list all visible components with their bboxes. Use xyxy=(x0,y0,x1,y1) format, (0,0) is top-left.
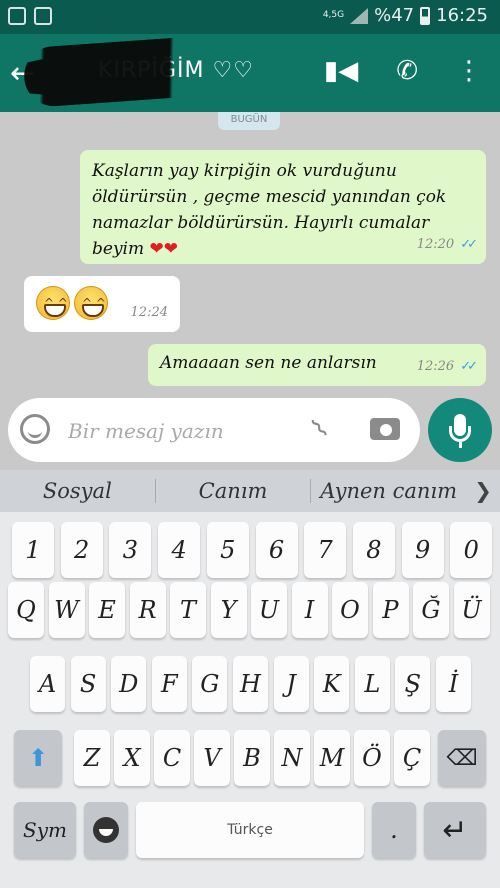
key-2[interactable]: E xyxy=(89,582,125,638)
key-7[interactable]: 8 xyxy=(352,522,395,578)
phone-icon[interactable]: ✆ xyxy=(396,56,418,86)
key-5[interactable]: 6 xyxy=(255,522,298,578)
key-2[interactable]: C xyxy=(154,730,190,786)
emoji-key[interactable] xyxy=(84,802,128,858)
key-0[interactable]: A xyxy=(30,656,65,712)
key-6[interactable]: J xyxy=(273,656,309,712)
key-2[interactable]: D xyxy=(111,656,147,712)
key-3[interactable]: 4 xyxy=(158,522,201,578)
key-9[interactable]: 0 xyxy=(450,522,493,578)
heart-emoji: ❤❤ xyxy=(149,239,179,259)
key-3[interactable]: F xyxy=(151,656,187,712)
key-2[interactable]: 3 xyxy=(109,522,152,578)
suggestion-1[interactable]: Sosyal xyxy=(0,479,155,503)
clock: 16:25 xyxy=(436,5,488,26)
camera-icon[interactable] xyxy=(370,418,400,440)
keyboard: 1234567890 QWERTYUIOPĞÜ ASDFGHJKLŞİ ⬆ ⌫ … xyxy=(0,512,500,888)
status-bar: 4,5G %47 16:25 xyxy=(0,0,500,34)
key-10[interactable]: Ğ xyxy=(413,582,449,638)
key-5[interactable]: H xyxy=(233,656,268,712)
backspace-key[interactable]: ⌫ xyxy=(438,730,486,786)
key-7[interactable]: I xyxy=(291,582,328,638)
message-time: 12:20 xyxy=(416,237,455,252)
key-11[interactable]: Ü xyxy=(453,582,490,638)
key-6[interactable]: M xyxy=(314,730,350,786)
message-outgoing[interactable]: Kaşların yay kirpiğin ok vurduğunu öldür… xyxy=(80,150,486,264)
app-notification-icon xyxy=(34,7,52,25)
message-text: Amaaaan sen ne anlarsın xyxy=(160,353,377,373)
battery-icon xyxy=(420,6,431,25)
message-time: 12:24 xyxy=(130,305,168,320)
key-1[interactable]: W xyxy=(48,582,85,638)
message-incoming[interactable]: 12:24 xyxy=(24,276,180,332)
key-1[interactable]: 2 xyxy=(60,522,103,578)
key-10[interactable]: İ xyxy=(436,656,471,712)
key-8[interactable]: Ç xyxy=(394,730,430,786)
signal-icon xyxy=(350,7,369,24)
key-8[interactable]: O xyxy=(332,582,368,638)
read-ticks-icon: ✓✓ xyxy=(460,359,478,374)
key-1[interactable]: S xyxy=(70,656,106,712)
key-6[interactable]: U xyxy=(251,582,287,638)
key-5[interactable]: Y xyxy=(210,582,247,638)
network-type: 4,5G xyxy=(322,10,345,20)
key-9[interactable]: P xyxy=(372,582,409,638)
message-composer: ⌇ xyxy=(8,398,420,462)
chevron-right-icon[interactable]: ❯ xyxy=(466,479,500,503)
key-4[interactable]: G xyxy=(192,656,228,712)
period-key[interactable]: . xyxy=(372,802,416,858)
message-outgoing[interactable]: Amaaaan sen ne anlarsın 12:26 ✓✓ xyxy=(148,344,486,386)
suggestion-bar: Sosyal Canım Aynen canım ❯ xyxy=(0,470,500,512)
key-0[interactable]: Z xyxy=(74,730,110,786)
key-7[interactable]: K xyxy=(314,656,350,712)
key-7[interactable]: Ö xyxy=(354,730,390,786)
key-9[interactable]: Ş xyxy=(395,656,431,712)
enter-key[interactable]: ↵ xyxy=(424,802,486,858)
chat-header: ← KIRPİĞİM ♡♡ ▮◀ ✆ ⋮ xyxy=(0,34,500,112)
grinning-face-emoji xyxy=(36,286,70,320)
video-call-icon[interactable]: ▮◀ xyxy=(324,56,358,86)
key-3[interactable]: R xyxy=(129,582,166,638)
key-0[interactable]: Q xyxy=(8,582,44,638)
key-1[interactable]: X xyxy=(114,730,150,786)
message-text: Kaşların yay kirpiğin ok vurduğunu öldür… xyxy=(92,161,447,259)
key-6[interactable]: 7 xyxy=(304,522,347,578)
gallery-notification-icon xyxy=(8,7,26,25)
space-key[interactable]: Türkçe xyxy=(136,802,364,858)
shift-key[interactable]: ⬆ xyxy=(14,730,62,786)
key-5[interactable]: N xyxy=(274,730,310,786)
key-8[interactable]: 9 xyxy=(401,522,444,578)
suggestion-3[interactable]: Aynen canım xyxy=(311,479,466,503)
more-vert-icon[interactable]: ⋮ xyxy=(456,56,482,86)
mic-button[interactable] xyxy=(428,398,492,462)
suggestion-2[interactable]: Canım xyxy=(156,479,311,503)
key-3[interactable]: V xyxy=(194,730,230,786)
attach-icon[interactable]: ⌇ xyxy=(306,413,335,444)
emoji-icon xyxy=(93,817,119,843)
key-8[interactable]: L xyxy=(354,656,390,712)
date-chip: BUGÜN xyxy=(218,112,280,130)
grinning-face-emoji xyxy=(74,286,108,320)
read-ticks-icon: ✓✓ xyxy=(460,237,478,252)
key-4[interactable]: B xyxy=(234,730,270,786)
emoji-icon[interactable] xyxy=(20,414,50,444)
key-4[interactable]: 5 xyxy=(206,522,249,578)
key-0[interactable]: 1 xyxy=(12,522,54,578)
redaction-scribble xyxy=(22,35,206,109)
message-input[interactable] xyxy=(68,416,308,446)
sym-key[interactable]: Sym xyxy=(14,802,76,858)
battery-percent: %47 xyxy=(374,5,415,26)
key-4[interactable]: T xyxy=(170,582,206,638)
message-time: 12:26 xyxy=(416,359,455,374)
